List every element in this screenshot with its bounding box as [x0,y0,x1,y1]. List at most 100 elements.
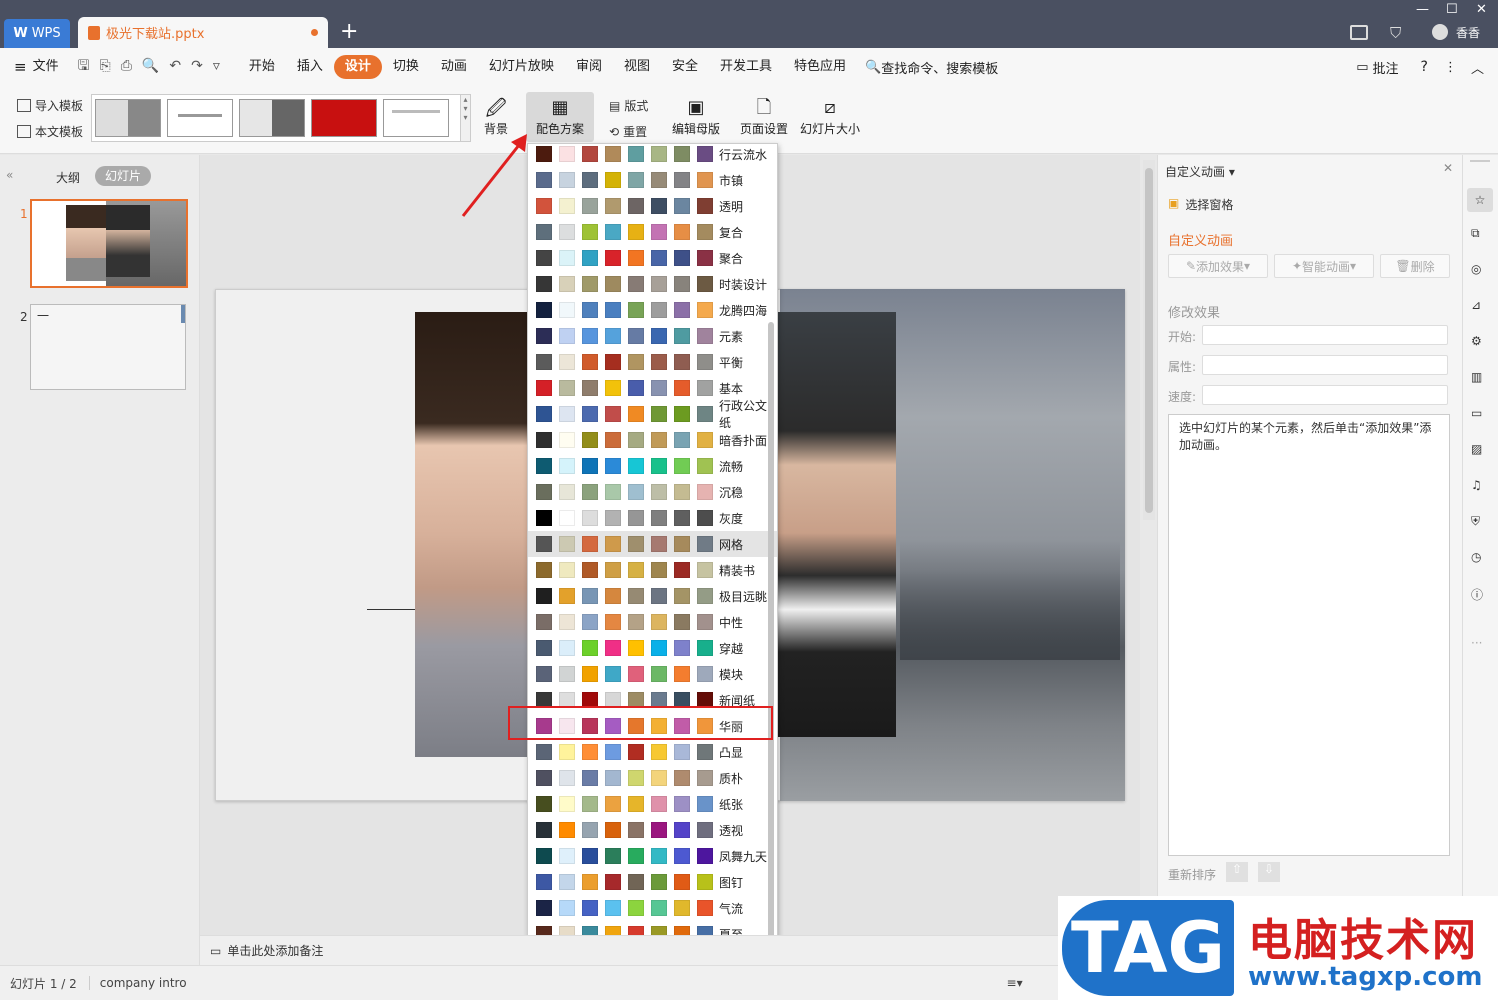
dropdown-scrollbar[interactable] [768,322,774,970]
smart-animation-button[interactable]: ✦ 智能动画 ▾ [1274,254,1374,278]
color-scheme-item[interactable]: 暗香扑面 [528,427,777,453]
edit-master-button[interactable]: ▣ 编辑母版 [672,96,720,137]
color-scheme-item[interactable]: 平衡 [528,349,777,375]
template-thumb[interactable] [239,99,305,137]
skin-icon[interactable]: ⛉ [1390,24,1401,42]
template-thumb[interactable] [311,99,377,137]
tab-developer[interactable]: 开发工具 [709,55,783,79]
speed-select[interactable] [1202,385,1448,405]
color-scheme-item[interactable]: 纸张 [528,791,777,817]
collapse-ribbon-icon[interactable]: ︿ [1471,58,1484,77]
tab-insert[interactable]: 插入 [286,55,334,79]
window-layout-icon[interactable] [1350,25,1368,40]
portrait-photo-left[interactable] [415,312,527,757]
hamburger-icon[interactable]: ≡ [14,58,27,76]
slide-thumbnail-1[interactable] [30,199,188,288]
color-scheme-item[interactable]: 穿越 [528,635,777,661]
move-down-icon[interactable]: ⇩ [1258,862,1280,882]
command-search[interactable]: 查找命令、搜索模板 [881,58,998,77]
this-template-button[interactable]: 本文模板 [17,123,83,140]
select-pane-button[interactable]: ▣ 选择窗格 [1168,196,1233,213]
color-scheme-item[interactable]: 透明 [528,193,777,219]
history-icon[interactable]: ◷ [1471,550,1481,564]
tab-home[interactable]: 开始 [238,55,286,79]
color-scheme-item[interactable]: 聚合 [528,245,777,271]
color-scheme-item[interactable]: 元素 [528,323,777,349]
maximize-icon[interactable]: ☐ [1446,2,1458,17]
tab-security[interactable]: 安全 [661,55,709,79]
color-scheme-item[interactable]: 网格 [528,531,777,557]
color-scheme-item[interactable]: 时装设计 [528,271,777,297]
color-scheme-item[interactable]: 模块 [528,661,777,687]
color-scheme-item[interactable]: 透视 [528,817,777,843]
more-icon[interactable]: ⋮ [1444,60,1457,75]
color-scheme-item[interactable]: 质朴 [528,765,777,791]
file-menu[interactable]: 文件 [27,55,70,79]
format-icon[interactable]: ⊿ [1471,298,1481,312]
color-scheme-item[interactable]: 市镇 [528,167,777,193]
color-scheme-item[interactable]: 极目远眺 [528,583,777,609]
color-scheme-item[interactable]: 凤舞九天 [528,843,777,869]
reset-button[interactable]: ⟲ 重置 [609,123,647,140]
pane-close-icon[interactable]: ✕ [1443,161,1453,175]
avatar[interactable] [1432,24,1448,40]
slide-thumbnail-2[interactable]: 一 [30,304,186,390]
notes-toggle-icon[interactable]: ≡▾ [1007,976,1023,990]
tab-review[interactable]: 审阅 [565,55,613,79]
color-scheme-item[interactable]: 龙腾四海 [528,297,777,323]
page-setup-button[interactable]: 🗋 页面设置 [740,96,788,137]
tab-outline[interactable]: 大纲 [56,169,80,186]
animation-list[interactable]: 选中幻灯片的某个元素，然后单击“添加效果”添加动画。 [1168,414,1450,856]
move-up-icon[interactable]: ⇧ [1226,862,1248,882]
close-icon[interactable]: ✕ [1476,2,1487,17]
animation-star-icon[interactable]: ☆ [1467,188,1493,212]
color-scheme-item[interactable]: 灰度 [528,505,777,531]
add-effect-button[interactable]: ✎ 添加效果 ▾ [1168,254,1268,278]
portrait-photo-right[interactable] [778,312,896,737]
tab-special[interactable]: 特色应用 [783,55,857,79]
help-icon[interactable]: ? [1421,59,1428,75]
image-icon[interactable]: ▨ [1471,442,1482,456]
template-thumb[interactable] [167,99,233,137]
color-scheme-item[interactable]: 凸显 [528,739,777,765]
template-thumb[interactable] [95,99,161,137]
gallery-icon[interactable]: ▥ [1471,370,1482,384]
new-tab-plus-icon[interactable]: + [340,20,358,44]
archive-icon[interactable]: ▭ [1471,406,1482,420]
color-scheme-item[interactable]: 行政公文纸 [528,399,777,430]
shield-icon[interactable]: ⛨ [1471,514,1480,529]
help-circle-icon[interactable]: ⓘ [1471,586,1483,603]
shapes-icon[interactable]: ◎ [1471,262,1481,276]
copy-icon[interactable]: ⧉ [1471,226,1480,241]
layout-button[interactable]: ▤ 版式 [609,97,648,114]
color-scheme-item[interactable]: 图钉 [528,869,777,895]
document-tab[interactable]: 极光下载站.pptx [78,17,328,48]
color-scheme-item[interactable]: 中性 [528,609,777,635]
tab-slides[interactable]: 幻灯片 [95,166,151,186]
quick-access-icons[interactable]: 🖫⎘⎙🔍↶↷▿ [78,55,230,79]
start-select[interactable] [1202,325,1448,345]
tab-view[interactable]: 视图 [613,55,661,79]
vertical-scrollbar[interactable] [1143,160,1155,520]
comment-button[interactable]: ▭ 批注 [1356,58,1398,77]
collapse-pane-icon[interactable]: « [6,168,13,182]
template-thumb[interactable] [383,99,449,137]
minimize-icon[interactable]: — [1416,2,1429,17]
color-scheme-item[interactable]: 精装书 [528,557,777,583]
delete-button[interactable]: 🗑 删除 [1380,254,1450,278]
property-select[interactable] [1202,355,1448,375]
color-scheme-button[interactable]: ▦ 配色方案 [526,92,594,142]
color-scheme-item[interactable]: 复合 [528,219,777,245]
pane-title[interactable]: 自定义动画 ▾ [1165,163,1235,180]
tab-slideshow[interactable]: 幻灯片放映 [478,55,565,79]
import-template-button[interactable]: 导入模板 [17,97,83,114]
color-scheme-item[interactable]: 行云流水 [528,144,777,167]
tab-transitions[interactable]: 切换 [382,55,430,79]
audio-icon[interactable]: ♫ [1471,478,1482,492]
slide-size-button[interactable]: ⧄ 幻灯片大小 [800,96,860,137]
color-scheme-item[interactable]: 流畅 [528,453,777,479]
settings-icon[interactable]: ⚙ [1471,334,1482,348]
color-scheme-item[interactable]: 沉稳 [528,479,777,505]
tab-design[interactable]: 设计 [333,55,382,79]
tab-animations[interactable]: 动画 [430,55,478,79]
